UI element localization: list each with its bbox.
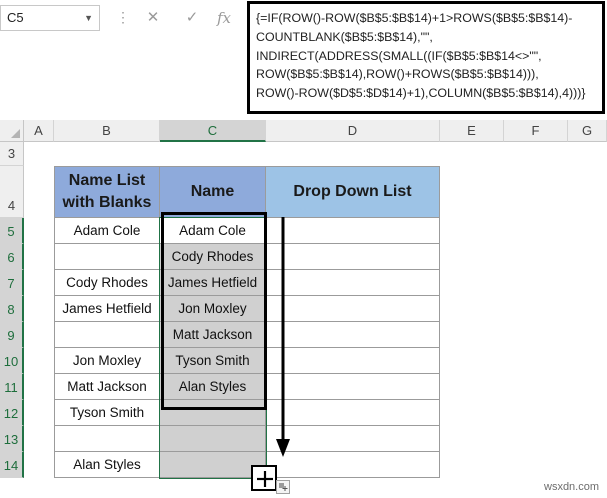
cell-c11[interactable]: Alan Styles (160, 374, 266, 400)
cell-c7[interactable]: James Hetfield (160, 270, 266, 296)
cell-c12[interactable] (160, 400, 266, 426)
cell-b5[interactable]: Adam Cole (54, 218, 160, 244)
row-header-9[interactable]: 9 (0, 322, 24, 348)
row-header-7[interactable]: 7 (0, 270, 24, 296)
row-header-14[interactable]: 14 (0, 452, 24, 478)
header-drop-down-list[interactable]: Drop Down List (266, 166, 440, 218)
chevron-down-icon[interactable]: ▼ (84, 6, 93, 30)
insert-function-icon[interactable]: fx (212, 6, 236, 30)
select-all-triangle-icon (11, 129, 20, 138)
header-name[interactable]: Name (160, 166, 266, 218)
row-header-12[interactable]: 12 (0, 400, 24, 426)
formula-line-4: ROW($B$5:$B$14),ROW()+ROWS($B$5:$B$14)))… (256, 67, 539, 82)
row-header-6[interactable]: 6 (0, 244, 24, 270)
column-header-e[interactable]: E (440, 120, 504, 142)
row-header-4[interactable]: 4 (0, 166, 24, 218)
cell-c6[interactable]: Cody Rhodes (160, 244, 266, 270)
autofill-options-icon[interactable] (276, 480, 290, 494)
column-header-a[interactable]: A (24, 120, 54, 142)
header-name-list-with-blanks[interactable]: Name List with Blanks (54, 166, 160, 218)
cell-c10[interactable]: Tyson Smith (160, 348, 266, 374)
name-box-value: C5 (7, 10, 24, 25)
cell-b14[interactable]: Alan Styles (54, 452, 160, 478)
row-header-10[interactable]: 10 (0, 348, 24, 374)
row-header-11[interactable]: 11 (0, 374, 24, 400)
enter-icon[interactable]: ✓ (180, 6, 204, 30)
cell-b8[interactable]: James Hetfield (54, 296, 160, 322)
cell-b11[interactable]: Matt Jackson (54, 374, 160, 400)
cancel-icon[interactable]: ✕ (141, 6, 165, 30)
name-box[interactable]: C5 ▼ (0, 5, 100, 31)
cell-b7[interactable]: Cody Rhodes (54, 270, 160, 296)
column-header-b[interactable]: B (54, 120, 160, 142)
watermark: wsxdn.com (544, 481, 600, 493)
formula-line-1: {=IF(ROW()-ROW($B$5:$B$14)+1>ROWS($B$5:$… (256, 11, 573, 25)
cell-c9[interactable]: Matt Jackson (160, 322, 266, 348)
cell-c8[interactable]: Jon Moxley (160, 296, 266, 322)
formula-line-3: INDIRECT(ADDRESS(SMALL((IF($B$5:$B$14<>"… (256, 48, 542, 63)
row-header-8[interactable]: 8 (0, 296, 24, 322)
cell-b12[interactable]: Tyson Smith (54, 400, 160, 426)
cell-b10[interactable]: Jon Moxley (54, 348, 160, 374)
column-header-c[interactable]: C (160, 120, 266, 142)
column-header-f[interactable]: F (504, 120, 568, 142)
formula-input[interactable]: {=IF(ROW()-ROW($B$5:$B$14)+1>ROWS($B$5:$… (247, 1, 605, 114)
column-header-g[interactable]: G (568, 120, 607, 142)
more-options-icon[interactable]: ⋮ (116, 9, 130, 26)
cell-c13[interactable] (160, 426, 266, 452)
column-header-d[interactable]: D (266, 120, 440, 142)
select-all-button[interactable] (0, 120, 24, 142)
formula-line-2: COUNTBLANK($B$5:$B$14),"", (256, 29, 433, 44)
crosshair-cursor-icon[interactable] (256, 470, 274, 488)
arrow-down-icon (276, 217, 290, 457)
cell-b9[interactable] (54, 322, 160, 348)
formula-line-5: ROW()-ROW($D$5:$D$14)+1),COLUMN($B$5:$B$… (256, 86, 586, 101)
row-header-3[interactable]: 3 (0, 142, 24, 166)
row-header-5[interactable]: 5 (0, 218, 24, 244)
cell-b6[interactable] (54, 244, 160, 270)
cell-c5[interactable]: Adam Cole (160, 218, 266, 244)
row-header-13[interactable]: 13 (0, 426, 24, 452)
cell-b13[interactable] (54, 426, 160, 452)
